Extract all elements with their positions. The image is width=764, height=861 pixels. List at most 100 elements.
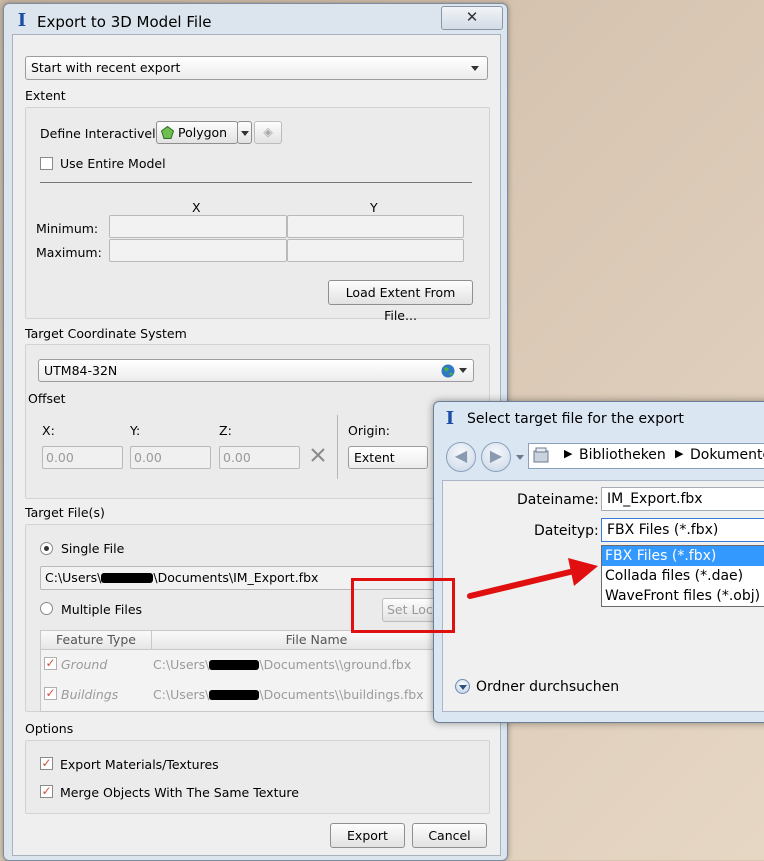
options-label: Options	[25, 721, 74, 736]
filetype-label: Dateityp:	[534, 523, 599, 539]
offset-y-input[interactable]: 0.00	[130, 446, 211, 469]
chevron-down-icon	[459, 685, 467, 690]
library-icon	[533, 447, 551, 463]
define-dropdown-button[interactable]	[237, 121, 252, 144]
origin-select[interactable]: Extent	[348, 446, 428, 469]
eraser-icon: ◈	[263, 124, 273, 139]
multiple-files-radio[interactable]	[40, 602, 53, 615]
expand-folders-button[interactable]	[455, 679, 470, 694]
table-header: Feature Type File Name	[41, 631, 481, 650]
table-row[interactable]: ✓ Buildings C:\Users\ \Documents\\buildin…	[41, 683, 481, 707]
chevron-right-icon: ▶	[564, 447, 573, 460]
coordinate-system-value: UTM84-32N	[44, 363, 118, 378]
maximum-label: Maximum:	[36, 245, 102, 260]
preset-value: Start with recent export	[31, 60, 181, 75]
app-logo-icon: I	[17, 10, 27, 31]
row-path-prefix: C:\Users\	[153, 687, 210, 702]
preset-select[interactable]: Start with recent export	[25, 56, 488, 80]
offset-label: Offset	[28, 391, 66, 406]
column-feature-type[interactable]: Feature Type	[41, 631, 152, 649]
arrow-right-icon: ▶	[489, 446, 503, 465]
redaction	[209, 660, 260, 670]
minimum-x-input[interactable]	[109, 215, 287, 238]
dialog-title: Export to 3D Model File	[37, 13, 212, 31]
clear-extent-button[interactable]: ◈	[254, 121, 282, 144]
use-entire-model-checkbox[interactable]	[40, 157, 53, 170]
redaction	[101, 573, 154, 583]
export-materials-label: Export Materials/Textures	[60, 757, 219, 772]
arrow-left-icon: ◀	[454, 446, 468, 465]
address-bar[interactable]: ▶ Bibliotheken ▶ Dokumente	[528, 443, 764, 469]
minimum-label: Minimum:	[36, 221, 99, 236]
title-bar[interactable]: I Export to 3D Model File ✕	[4, 4, 507, 38]
filetype-option[interactable]: WaveFront files (*.obj)	[602, 586, 764, 606]
polygon-icon	[160, 124, 175, 139]
feature-type-cell: Buildings	[61, 687, 119, 702]
extent-group: Define Interactively: Polygon ◈ Use Enti…	[25, 107, 490, 323]
single-file-radio[interactable]	[40, 542, 53, 555]
polygon-button[interactable]: Polygon	[156, 121, 238, 144]
export-materials-checkbox[interactable]: ✓	[40, 757, 53, 770]
annotation-arrow-icon	[466, 552, 606, 604]
coordinate-system-select[interactable]: UTM84-32N	[38, 359, 474, 382]
use-entire-model-label: Use Entire Model	[60, 156, 166, 171]
offset-y-label: Y:	[130, 423, 141, 438]
chevron-down-icon	[241, 131, 249, 136]
table-row[interactable]: ✓ Ground C:\Users\ \Documents\\ground.fbx	[41, 653, 481, 677]
clear-offset-icon[interactable]	[310, 447, 326, 463]
chevron-down-icon	[459, 368, 467, 373]
column-file-name[interactable]: File Name	[152, 631, 481, 649]
cancel-button[interactable]: Cancel	[412, 823, 487, 848]
offset-z-input[interactable]: 0.00	[219, 446, 300, 469]
row-checkbox[interactable]: ✓	[44, 657, 57, 670]
options-group: ✓ Export Materials/Textures ✓ Merge Obje…	[25, 740, 490, 814]
chevron-right-icon: ▶	[675, 447, 684, 460]
load-extent-button[interactable]: Load Extent From File...	[328, 280, 473, 323]
filename-label: Dateiname:	[517, 492, 599, 508]
filename-input[interactable]: IM_Export.fbx	[601, 487, 764, 511]
minimum-y-input[interactable]	[287, 215, 464, 238]
file-name-cell: C:\Users\ \Documents\\ground.fbx	[153, 657, 411, 672]
breadcrumb-item[interactable]: Dokumente	[690, 447, 764, 463]
chevron-down-icon	[471, 66, 479, 71]
browse-folders-label[interactable]: Ordner durchsuchen	[476, 679, 619, 695]
filetype-select[interactable]: FBX Files (*.fbx)	[601, 518, 764, 542]
column-y-label: Y	[370, 200, 378, 215]
feature-type-cell: Ground	[61, 657, 108, 672]
offset-z-label: Z:	[219, 423, 232, 438]
maximum-x-input[interactable]	[109, 239, 287, 262]
file-dialog-title: Select target file for the export	[467, 411, 684, 427]
app-logo-icon: I	[445, 408, 455, 429]
polygon-label: Polygon	[177, 125, 228, 140]
back-button[interactable]: ◀	[446, 442, 476, 472]
origin-label: Origin:	[348, 423, 390, 438]
multiple-files-label: Multiple Files	[61, 602, 143, 617]
single-file-label: Single File	[61, 541, 125, 556]
target-files-label: Target File(s)	[25, 505, 105, 520]
filetype-dropdown: FBX Files (*.fbx) Collada files (*.dae) …	[601, 545, 764, 607]
breadcrumb-item[interactable]: Bibliotheken	[579, 447, 666, 463]
row-path-prefix: C:\Users\	[153, 657, 210, 672]
close-icon: ✕	[465, 8, 479, 26]
chevron-down-icon[interactable]	[516, 455, 524, 460]
path-suffix: \Documents\IM_Export.fbx	[153, 570, 319, 585]
merge-objects-label: Merge Objects With The Same Texture	[60, 785, 299, 800]
vertical-divider	[337, 415, 338, 479]
offset-x-input[interactable]: 0.00	[42, 446, 123, 469]
export-button[interactable]: Export	[330, 823, 405, 848]
offset-x-label: X:	[42, 423, 55, 438]
forward-button[interactable]: ▶	[481, 442, 511, 472]
globe-icon	[441, 363, 455, 378]
filetype-option[interactable]: FBX Files (*.fbx)	[602, 546, 764, 566]
filetype-option[interactable]: Collada files (*.dae)	[602, 566, 764, 586]
close-button[interactable]: ✕	[441, 6, 503, 30]
maximum-y-input[interactable]	[287, 239, 464, 262]
row-checkbox[interactable]: ✓	[44, 687, 57, 700]
define-interactively-label: Define Interactively:	[40, 126, 167, 141]
row-path-suffix: \Documents\\ground.fbx	[259, 657, 412, 672]
highlight-box	[351, 578, 455, 633]
coordinate-system-group: UTM84-32N Offset X: Y: Z: 0.00 0.00 0.00…	[25, 344, 490, 499]
row-path-suffix: \Documents\\buildings.fbx	[259, 687, 424, 702]
dialog-body: Start with recent export Extent Define I…	[12, 34, 501, 856]
merge-objects-checkbox[interactable]: ✓	[40, 785, 53, 798]
